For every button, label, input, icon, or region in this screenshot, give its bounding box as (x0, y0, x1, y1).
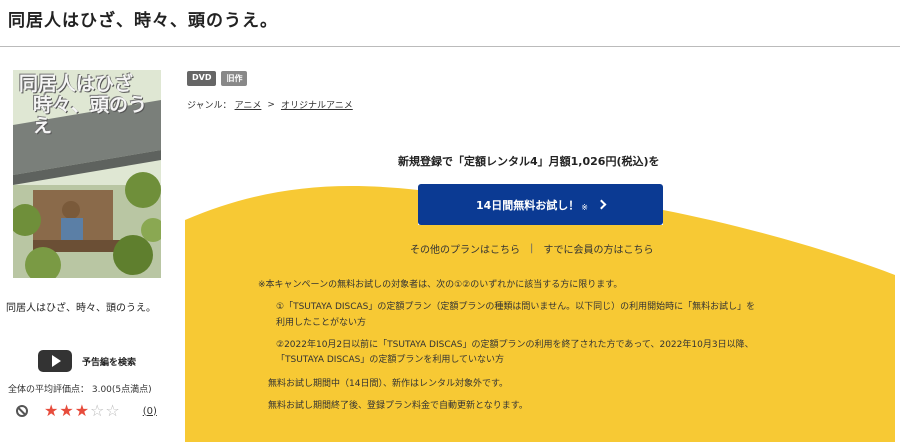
star-empty-icon[interactable]: ☆ (105, 403, 119, 419)
star-filled-icon[interactable]: ★ (59, 403, 73, 419)
not-interested-icon[interactable] (16, 405, 28, 417)
page-title: 同居人はひざ、時々、頭のうえ。 (8, 11, 278, 31)
work-name: 同居人はひざ、時々、頭のうえ。 (6, 303, 156, 314)
badge-dvd: DVD (187, 71, 217, 86)
star-empty-icon[interactable]: ☆ (90, 403, 104, 419)
note-line: ②2022年10月2日以前に「TSUTAYA DISCAS」の定額プランの利用を… (276, 340, 754, 350)
average-rating-text: 全体の平均評価点： 3.00(5点満点) (8, 385, 152, 395)
badge-old-release: 旧作 (221, 71, 248, 86)
signup-headline: 新規登録で「定額レンタル4」月額1,026円(税込)を (398, 155, 660, 168)
note-line: ①「TSUTAYA DISCAS」の定額プラン（定額プランの種類は問いません。以… (276, 302, 756, 312)
members-login-link[interactable]: すでに会員の方はこちら (543, 241, 653, 256)
note-line: ※本キャンペーンの無料お試しの対象者は、次の①②のいずれかに該当する方に限ります… (258, 280, 623, 290)
review-count-link[interactable]: (0) (143, 406, 157, 417)
free-trial-label[interactable]: 14日間無料お試し！ (476, 197, 579, 213)
note-line: 利用したことがない方 (276, 318, 367, 328)
cover-title-line1: 同居人はひざ (19, 73, 134, 95)
chevron-right-icon (596, 199, 607, 210)
genre-separator: > (267, 99, 275, 110)
genre-link-anime[interactable]: アニメ (235, 98, 262, 111)
cover-image[interactable]: 同居人はひざ 時々、頭のうえ (13, 70, 161, 278)
cover-title-text: 同居人はひざ 時々、頭のうえ (19, 74, 155, 137)
note-line: 「TSUTAYA DISCAS」の定額プランを利用していない方 (276, 355, 505, 365)
note-line: 無料お試し期間中（14日間）、新作はレンタル対象外です。 (268, 379, 509, 389)
genre-breadcrumb: ジャンル： アニメ > オリジナルアニメ (187, 98, 356, 112)
other-plans-link[interactable]: その他のプランはこちら (410, 241, 520, 256)
star-filled-icon[interactable]: ★ (44, 403, 58, 419)
plan-links: その他のプランはこちら | すでに会員の方はこちら (410, 241, 653, 256)
genre-link-original-anime[interactable]: オリジナルアニメ (281, 98, 353, 111)
link-separator: | (530, 243, 534, 254)
format-badges: DVD 旧作 (187, 71, 248, 86)
trailer-label[interactable]: 予告編を検索 (82, 355, 136, 368)
rating-row: ★ ★ ★ ☆ ☆ (0) (16, 403, 157, 419)
trailer-search-button[interactable]: 予告編を検索 (38, 350, 136, 372)
cover-title-line2: 時々、頭のうえ (33, 94, 148, 137)
star-filled-icon[interactable]: ★ (75, 403, 89, 419)
free-trial-button[interactable]: 14日間無料お試し！ ※ (418, 184, 663, 225)
free-trial-note-mark: ※ (581, 203, 588, 212)
play-icon[interactable] (38, 350, 72, 372)
note-line: 無料お試し期間終了後、登録プラン料金で自動更新となります。 (268, 401, 528, 411)
star-rating[interactable]: ★ ★ ★ ☆ ☆ (44, 403, 121, 419)
genre-label: ジャンル： (187, 101, 232, 111)
title-divider (0, 46, 900, 47)
